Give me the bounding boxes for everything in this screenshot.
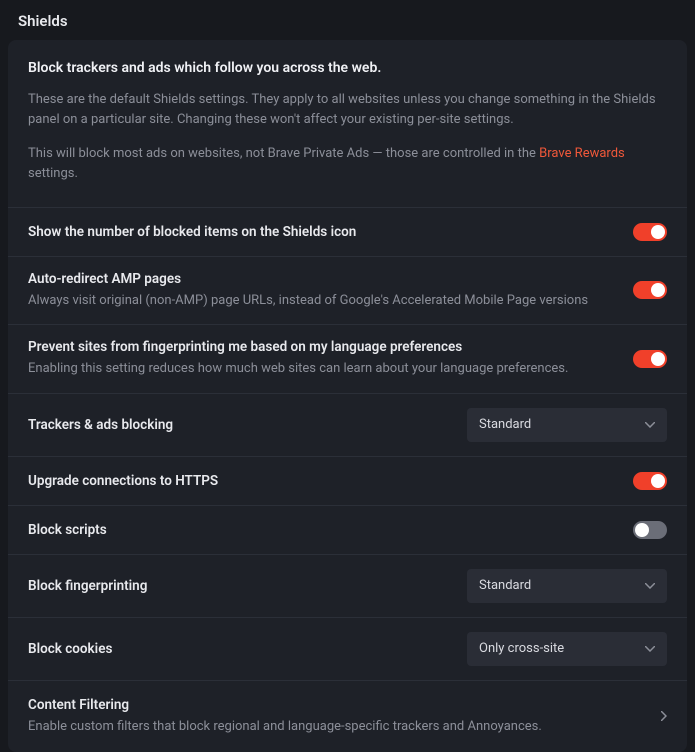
row-content-filtering[interactable]: Content Filtering Enable custom filters … [8,680,687,752]
row-text: Block scripts [28,522,633,538]
row-title: Prevent sites from fingerprinting me bas… [28,339,617,355]
row-title: Block scripts [28,522,617,538]
row-title: Block cookies [28,641,451,657]
intro-p2: This will block most ads on websites, no… [28,144,667,184]
row-prevent-language-fingerprinting: Prevent sites from fingerprinting me bas… [8,324,687,393]
toggle-show-blocked-count[interactable] [633,223,667,241]
select-trackers-ads-blocking[interactable]: Standard [467,408,667,442]
toggle-upgrade-https[interactable] [633,472,667,490]
caret-down-icon [645,646,655,652]
row-block-fingerprinting: Block fingerprinting Standard [8,554,687,617]
row-upgrade-https: Upgrade connections to HTTPS [8,456,687,505]
row-auto-redirect-amp: Auto-redirect AMP pages Always visit ori… [8,256,687,325]
shields-panel: Block trackers and ads which follow you … [8,40,687,752]
row-text: Prevent sites from fingerprinting me bas… [28,339,633,379]
select-block-fingerprinting[interactable]: Standard [467,569,667,603]
caret-down-icon [645,422,655,428]
row-text: Auto-redirect AMP pages Always visit ori… [28,271,633,311]
row-title: Trackers & ads blocking [28,417,451,433]
row-text: Block fingerprinting [28,578,467,594]
row-block-scripts: Block scripts [8,505,687,554]
select-value: Standard [479,578,531,593]
row-sub: Enabling this setting reduces how much w… [28,359,617,379]
row-text: Upgrade connections to HTTPS [28,473,633,489]
row-title: Block fingerprinting [28,578,451,594]
select-value: Standard [479,417,531,432]
intro-p2-post: settings. [28,166,78,181]
row-text: Show the number of blocked items on the … [28,224,633,240]
row-title: Upgrade connections to HTTPS [28,473,617,489]
row-sub: Enable custom filters that block regiona… [28,717,645,737]
caret-down-icon [645,583,655,589]
intro-p2-pre: This will block most ads on websites, no… [28,146,539,161]
brave-rewards-link[interactable]: Brave Rewards [539,146,625,161]
row-trackers-ads-blocking: Trackers & ads blocking Standard [8,393,687,456]
select-block-cookies[interactable]: Only cross-site [467,632,667,666]
intro-title: Block trackers and ads which follow you … [28,60,667,76]
row-title: Show the number of blocked items on the … [28,224,617,240]
select-value: Only cross-site [479,641,564,656]
row-text: Trackers & ads blocking [28,417,467,433]
toggle-block-scripts[interactable] [633,521,667,539]
row-title: Auto-redirect AMP pages [28,271,617,287]
intro-section: Block trackers and ads which follow you … [8,40,687,207]
row-title: Content Filtering [28,697,645,713]
row-text: Content Filtering Enable custom filters … [28,697,661,737]
row-sub: Always visit original (non-AMP) page URL… [28,291,617,311]
row-block-cookies: Block cookies Only cross-site [8,617,687,680]
toggle-prevent-language-fingerprinting[interactable] [633,350,667,368]
intro-p1: These are the default Shields settings. … [28,90,667,130]
row-text: Block cookies [28,641,467,657]
page-title: Shields [0,0,695,40]
chevron-right-icon [661,711,667,721]
row-show-blocked-count: Show the number of blocked items on the … [8,207,687,256]
toggle-auto-redirect-amp[interactable] [633,281,667,299]
